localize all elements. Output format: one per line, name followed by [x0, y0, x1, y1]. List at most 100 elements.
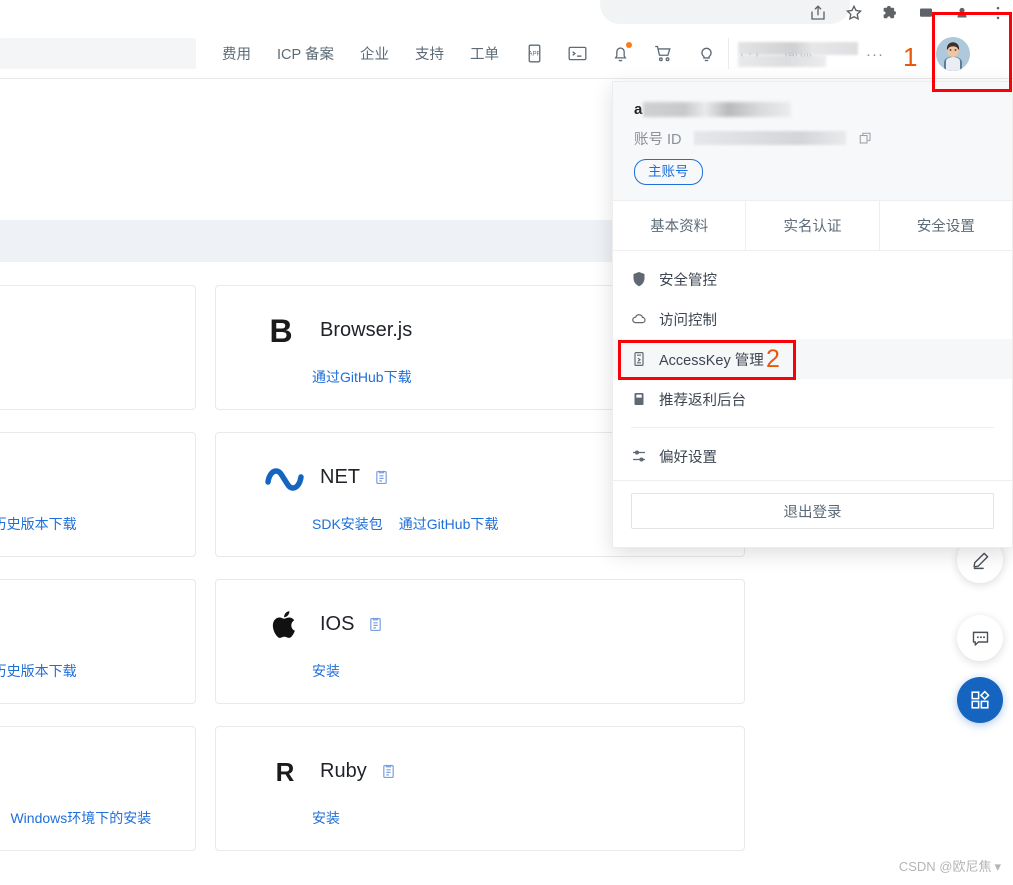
nav-link-enterprise[interactable]: 企业	[360, 43, 389, 64]
annotation-marker-2: 2	[766, 345, 780, 373]
card-header: C C	[0, 751, 195, 791]
username-redacted	[643, 101, 792, 117]
account-name-redacted	[738, 42, 858, 55]
card-link[interactable]: 安装	[312, 661, 340, 681]
nav-links: 费用 ICP 备案 企业 支持 工单	[222, 28, 499, 79]
top-navigation-bar: 费用 ICP 备案 企业 支持 工单 APP ···	[0, 28, 1013, 99]
tab-real-name-auth[interactable]: 实名认证	[745, 201, 878, 250]
menu-item-preferences[interactable]: 偏好设置	[613, 436, 1012, 476]
nav-link-tickets[interactable]: 工单	[470, 43, 499, 64]
share-icon[interactable]	[809, 4, 827, 22]
status-badge: 主账号	[634, 159, 703, 185]
nav-divider	[728, 38, 729, 69]
username-text: a	[634, 100, 643, 118]
account-name-redacted-2	[738, 55, 826, 67]
nav-link-icp[interactable]: ICP 备案	[277, 43, 334, 64]
browser-toolbar-icons	[809, 0, 1007, 26]
card-link[interactable]: 历史版本下载	[0, 514, 77, 534]
menu-item-label: 安全管控	[659, 272, 717, 289]
fab-chat-support[interactable]	[957, 615, 1003, 661]
more-vert-icon[interactable]	[989, 4, 1007, 22]
browserjs-logo: B	[258, 310, 312, 350]
search-input[interactable]	[0, 38, 196, 69]
card-links: 通过GitHub下载	[312, 367, 412, 387]
card-links: Linux环境下的安装 Windows环境下的安装	[0, 808, 151, 828]
sliders-icon	[631, 448, 647, 464]
svg-text:B: B	[269, 313, 292, 349]
apple-logo	[258, 604, 312, 644]
card-ruby[interactable]: R Ruby 安装	[215, 726, 745, 851]
tab-security-settings[interactable]: 安全设置	[878, 201, 1012, 250]
dropdown-username-row: a	[634, 99, 991, 119]
menu-item-label: 访问控制	[659, 312, 717, 329]
card-link[interactable]: SDK安装包	[312, 514, 383, 534]
svg-text:APP: APP	[528, 51, 540, 58]
watermark-caret-icon: ▾	[994, 859, 1001, 874]
tab-basic-info[interactable]: 基本资料	[613, 201, 745, 250]
screenshot-root: 费用 ICP 备案 企业 支持 工单 APP ··· 1 B Browser.j…	[0, 0, 1013, 885]
bell-unread-dot	[626, 42, 632, 48]
extensions-puzzle-icon[interactable]	[881, 4, 899, 22]
copy-icon[interactable]	[858, 131, 873, 146]
menu-item-label: 推荐返利后台	[659, 392, 746, 409]
card-links: 安装	[312, 661, 340, 681]
menu-item-accesskey-management[interactable]: AccessKey 管理 2	[613, 339, 1012, 380]
copy-doc-icon[interactable]	[380, 763, 397, 780]
shield-icon	[631, 271, 647, 287]
bulb-icon[interactable]	[696, 43, 717, 64]
cart-icon[interactable]	[653, 43, 674, 64]
menu-divider	[631, 427, 994, 428]
card-header: N Node.js	[0, 310, 195, 350]
card-title: IOS	[320, 612, 355, 635]
card-title: Ruby	[320, 759, 367, 782]
app-icon[interactable]: APP	[524, 43, 545, 64]
card-links: 通过GitHub下载 历史版本下载	[0, 514, 77, 534]
chat-bubble-icon	[970, 628, 991, 649]
card-link[interactable]: 通过GitHub下载	[312, 367, 412, 387]
svg-text:R: R	[276, 757, 295, 787]
fab-app-launcher[interactable]	[957, 677, 1003, 723]
profile-icon[interactable]	[953, 4, 971, 22]
card-header: IOS	[216, 604, 744, 644]
menu-item-security-control[interactable]: 安全管控	[613, 259, 1012, 299]
nav-link-fees[interactable]: 费用	[222, 43, 251, 64]
card-c[interactable]: C C Linux环境下的安装 Windows环境下的安装	[0, 726, 196, 851]
nav-link-support[interactable]: 支持	[415, 43, 444, 64]
bookmark-star-icon[interactable]	[845, 4, 863, 22]
card-links: 通过GitHub下载 历史版本下载	[0, 661, 77, 681]
key-card-icon	[631, 351, 647, 367]
account-more-dots: ···	[866, 46, 884, 63]
card-link[interactable]: 通过GitHub下载	[399, 514, 499, 534]
card-go[interactable]: GO GO 通过GitHub下载 历史版本下载	[0, 579, 196, 704]
watermark: CSDN @欧尼焦 ▾	[899, 856, 1001, 875]
watermark-text: CSDN @欧尼焦	[898, 859, 992, 874]
pencil-icon	[970, 550, 991, 571]
card-link[interactable]: Windows环境下的安装	[10, 808, 151, 828]
browser-chrome	[0, 0, 1013, 28]
card-header: R Ruby	[216, 751, 744, 791]
dropdown-tabs: 基本资料 实名认证 安全设置	[613, 200, 1012, 251]
card-title: Browser.js	[320, 318, 413, 341]
card-python[interactable]: Python 通过GitHub下载 历史版本下载	[0, 432, 196, 557]
cast-icon[interactable]	[917, 4, 935, 22]
card-header: GO GO	[0, 604, 195, 644]
cloud-icon	[631, 311, 647, 327]
logout-button[interactable]: 退出登录	[631, 493, 994, 529]
bell-icon[interactable]	[610, 42, 632, 64]
card-link[interactable]: 历史版本下载	[0, 661, 77, 681]
grid-apps-icon	[969, 689, 991, 711]
account-zone[interactable]: ··· 主账号	[738, 28, 1013, 99]
dotnet-logo	[258, 457, 312, 497]
dropdown-header: a 账号 ID 主账号	[613, 82, 1012, 200]
cloudshell-terminal-icon[interactable]	[567, 43, 588, 64]
card-title: NET	[320, 465, 360, 488]
copy-doc-icon[interactable]	[367, 616, 384, 633]
card-nodejs[interactable]: N Node.js 安装	[0, 285, 196, 410]
card-link[interactable]: 安装	[312, 808, 340, 828]
avatar[interactable]	[936, 37, 970, 71]
copy-doc-icon[interactable]	[373, 469, 390, 486]
menu-item-rebate-console[interactable]: 推荐返利后台	[613, 379, 1012, 419]
menu-item-access-control[interactable]: 访问控制	[613, 299, 1012, 339]
dropdown-accountid-row: 账号 ID	[634, 128, 991, 148]
card-ios[interactable]: IOS 安装	[215, 579, 745, 704]
